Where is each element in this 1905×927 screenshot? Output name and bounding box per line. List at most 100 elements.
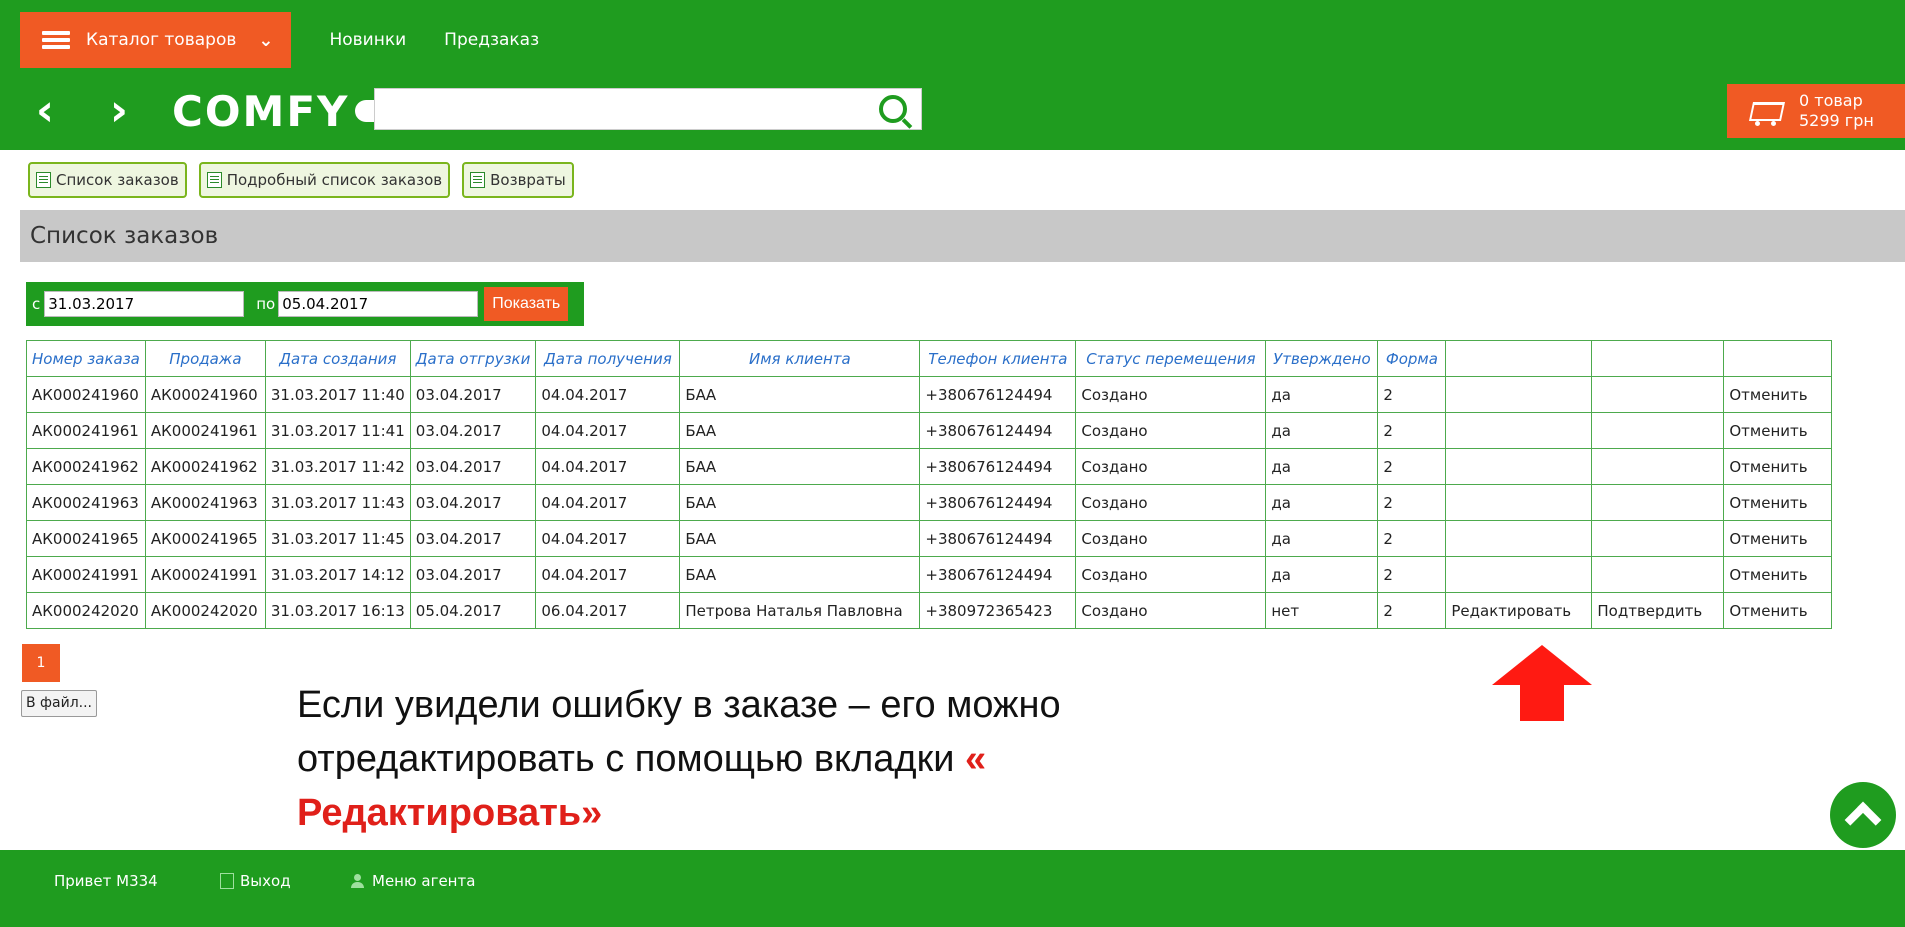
table-cell: 2 [1377, 592, 1447, 629]
cart-count: 0 товар [1799, 91, 1863, 110]
col-header[interactable]: Утверждено [1265, 340, 1379, 377]
col-header[interactable]: Статус перемещения [1075, 340, 1267, 377]
tab-label: Возвраты [490, 171, 566, 189]
date-from-label: с [32, 295, 41, 313]
date-to-label: по [256, 295, 276, 313]
table-cell: БАА [679, 448, 921, 485]
table-row: АК000241962 АК000241962 31.03.2017 11:42 03… [26, 448, 1833, 485]
table-cell: 04.04.2017 [535, 484, 681, 521]
table-header-row: Номер заказа Продажа Дата создания Дата … [26, 340, 1833, 377]
table-cell: +380676124494 [919, 484, 1077, 521]
exit-icon [220, 873, 234, 889]
back-arrow-icon[interactable]: ‹ [22, 89, 68, 133]
table-cell: 31.03.2017 11:40 [264, 376, 411, 413]
cancel-link[interactable]: Отменить [1723, 592, 1833, 629]
table-cell: да [1265, 412, 1379, 449]
confirm-link[interactable]: Подтвердить [1591, 592, 1725, 629]
table-cell: БАА [679, 520, 921, 557]
nav-link-preorder[interactable]: Предзаказ [444, 30, 539, 50]
table-cell: 03.04.2017 [409, 484, 537, 521]
col-header[interactable]: Номер заказа [26, 340, 146, 377]
export-file-button[interactable]: В файл... [21, 690, 98, 717]
cancel-link[interactable]: Отменить [1723, 520, 1833, 557]
col-header[interactable]: Продажа [144, 340, 266, 377]
cancel-link[interactable]: Отменить [1723, 556, 1833, 593]
cart-button[interactable]: 0 товар 5299 грн [1727, 84, 1905, 138]
agent-menu-link[interactable]: Меню агента [350, 872, 475, 890]
table-cell: АК000241965 [26, 520, 146, 557]
table-cell: Создано [1075, 376, 1267, 413]
confirm-link [1591, 448, 1725, 485]
col-header [1591, 340, 1725, 377]
table-row: АК000241965 АК000241965 31.03.2017 11:45 03… [26, 520, 1833, 557]
col-header[interactable]: Телефон клиента [919, 340, 1077, 377]
table-cell: БАА [679, 376, 921, 413]
table-cell: нет [1265, 592, 1379, 629]
search-input[interactable] [374, 88, 922, 130]
tab-order-list[interactable]: Список заказов [28, 162, 187, 198]
page-1-button[interactable]: 1 [22, 644, 60, 682]
list-icon [36, 172, 51, 188]
logo[interactable]: COMFY [172, 87, 396, 136]
tab-detailed-order-list[interactable]: Подробный список заказов [198, 162, 451, 198]
subtabs: Список заказов Подробный список заказов … [28, 162, 586, 198]
table-cell: АК000241961 [144, 412, 266, 449]
table-cell: АК000241962 [26, 448, 146, 485]
annotation-line-1: Если увидели ошибку в заказе – его можно [297, 684, 1061, 726]
edit-link [1445, 412, 1593, 449]
cancel-link[interactable]: Отменить [1723, 484, 1833, 521]
edit-link [1445, 376, 1593, 413]
date-from-field[interactable] [44, 291, 245, 317]
table-cell: 31.03.2017 11:41 [264, 412, 411, 449]
forward-arrow-icon[interactable]: › [96, 89, 142, 133]
table-cell: 03.04.2017 [409, 556, 537, 593]
col-header[interactable]: Имя клиента [679, 340, 921, 377]
table-row: АК000242020 АК000242020 31.03.2017 16:13 05… [26, 592, 1833, 629]
table-row: АК000241963 АК000241963 31.03.2017 11:43 03… [26, 484, 1833, 521]
table-cell: Петрова Наталья Павловна [679, 592, 921, 629]
annotation-line-2: отредактировать с помощью вкладки « [297, 732, 1197, 786]
page-title: Список заказов [20, 210, 1905, 262]
table-row: АК000241961 АК000241961 31.03.2017 11:41 03… [26, 412, 1833, 449]
table-row: АК000241991 АК000241991 31.03.2017 14:12 03… [26, 556, 1833, 593]
catalog-menu-button[interactable]: Каталог товаров ⌄ [20, 12, 292, 68]
cancel-link[interactable]: Отменить [1723, 448, 1833, 485]
table-cell: 2 [1377, 412, 1447, 449]
table-cell: +380676124494 [919, 376, 1077, 413]
nav-link-new[interactable]: Новинки [329, 30, 406, 50]
agent-menu-label: Меню агента [372, 872, 476, 890]
scroll-top-icon[interactable] [1830, 782, 1896, 848]
edit-link[interactable]: Редактировать [1445, 592, 1593, 629]
table-cell: 2 [1377, 448, 1447, 485]
col-header[interactable]: Дата получения [535, 340, 681, 377]
table-cell: АК000241961 [26, 412, 146, 449]
tab-returns[interactable]: Возвраты [462, 162, 574, 198]
table-cell: БАА [679, 412, 921, 449]
table-cell: да [1265, 520, 1379, 557]
edit-link [1445, 484, 1593, 521]
table-cell: Создано [1075, 592, 1267, 629]
table-cell: 04.04.2017 [535, 520, 681, 557]
orders-table-body: АК000241960 АК000241960 31.03.2017 11:40 03… [26, 376, 1833, 629]
col-header[interactable]: Форма [1377, 340, 1447, 377]
greeting-text: Привет М334 [54, 872, 158, 890]
date-filter: с по Показать [26, 282, 584, 326]
col-header [1723, 340, 1833, 377]
table-cell: 04.04.2017 [535, 376, 681, 413]
footer-bar: Привет М334 Выход Меню агента [0, 850, 1905, 927]
table-cell: 31.03.2017 11:45 [264, 520, 411, 557]
catalog-label: Каталог товаров [86, 30, 237, 50]
col-header[interactable]: Дата отгрузки [409, 340, 537, 377]
col-header[interactable]: Дата создания [264, 340, 411, 377]
search-icon[interactable] [879, 95, 907, 123]
table-cell: БАА [679, 484, 921, 521]
table-cell: 31.03.2017 16:13 [264, 592, 411, 629]
date-to-field[interactable] [278, 291, 479, 317]
table-cell: да [1265, 556, 1379, 593]
table-cell: 03.04.2017 [409, 412, 537, 449]
chevron-down-icon: ⌄ [258, 29, 274, 51]
cancel-link[interactable]: Отменить [1723, 376, 1833, 413]
cancel-link[interactable]: Отменить [1723, 412, 1833, 449]
logout-link[interactable]: Выход [220, 872, 291, 890]
show-button[interactable]: Показать [484, 287, 569, 321]
